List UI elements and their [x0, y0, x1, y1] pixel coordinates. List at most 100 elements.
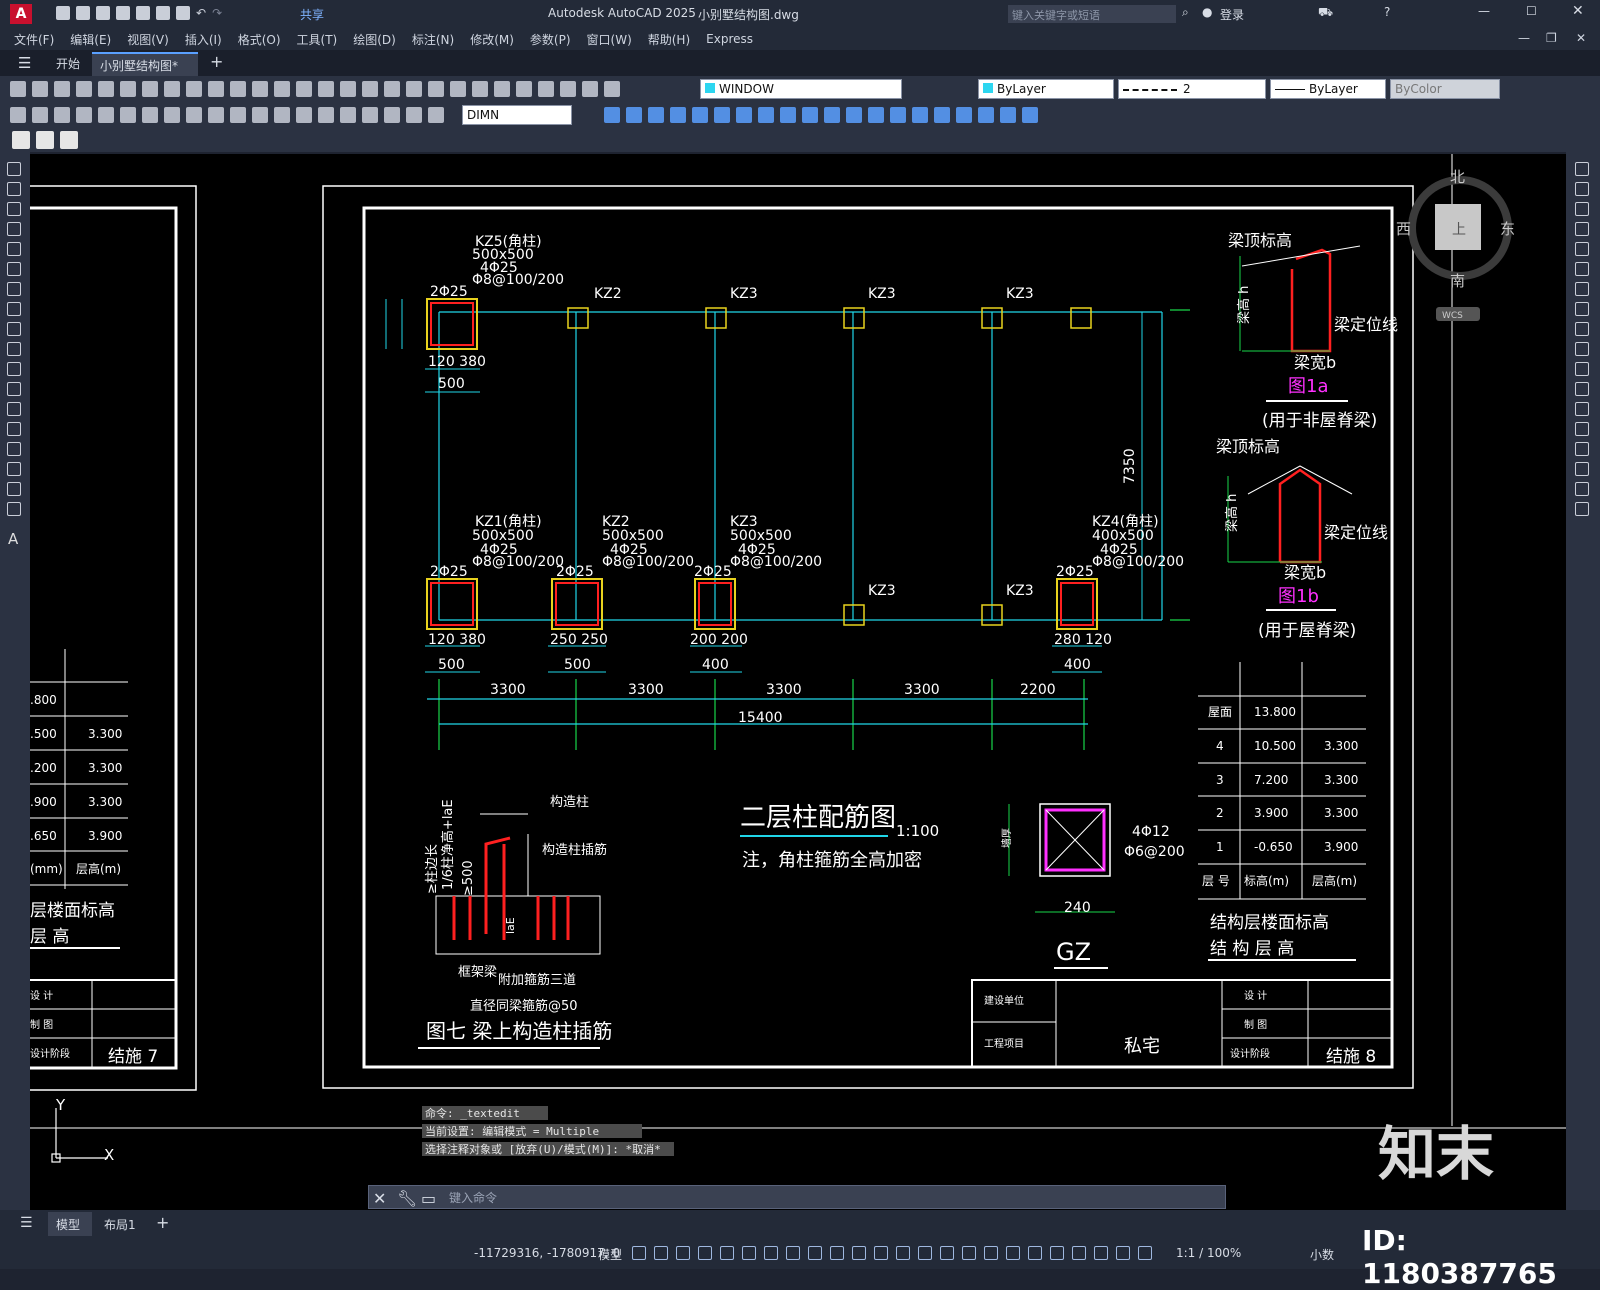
linetype-dropdown[interactable]: 2: [1118, 79, 1266, 99]
draw-tool-1-icon[interactable]: [7, 162, 21, 176]
status-toggle-6-icon[interactable]: [742, 1246, 756, 1260]
draw-tool-5-icon[interactable]: [7, 242, 21, 256]
autocad-logo-icon[interactable]: A: [10, 4, 32, 24]
draw-tool-18-icon[interactable]: [7, 502, 21, 516]
doc-close-button[interactable]: ✕: [1576, 31, 1586, 45]
doc-restore-button[interactable]: ❐: [1546, 31, 1557, 45]
modify-side-tool-10-icon[interactable]: [1575, 342, 1589, 356]
text-style-icon[interactable]: [36, 131, 54, 149]
modify-tool-8-icon[interactable]: [758, 107, 774, 123]
menu-edit[interactable]: 编辑(E): [70, 31, 111, 48]
standard-tool-28-icon[interactable]: [604, 81, 620, 97]
modify-side-tool-11-icon[interactable]: [1575, 362, 1589, 376]
tab-layout1[interactable]: 布局1: [104, 1216, 136, 1233]
modify-side-tool-16-icon[interactable]: [1575, 462, 1589, 476]
standard-tool-17-icon[interactable]: [362, 81, 378, 97]
standard-tool-20-icon[interactable]: [428, 81, 444, 97]
standard-tool-15-icon[interactable]: [318, 81, 334, 97]
standard-tool-25-icon[interactable]: [538, 81, 554, 97]
modify-side-tool-9-icon[interactable]: [1575, 322, 1589, 336]
maximize-button[interactable]: ☐: [1526, 4, 1537, 18]
login-button[interactable]: 登录: [1220, 6, 1244, 23]
search-input[interactable]: 键入关键字或短语: [1008, 5, 1176, 23]
plotstyle-dropdown[interactable]: ByColor: [1390, 79, 1500, 99]
minimize-button[interactable]: —: [1478, 4, 1490, 18]
multiline-text-icon[interactable]: A: [8, 530, 18, 548]
standard-tool-1-icon[interactable]: [10, 81, 26, 97]
dim-tool-2-icon[interactable]: [32, 107, 48, 123]
status-toggle-10-icon[interactable]: [830, 1246, 844, 1260]
standard-tool-22-icon[interactable]: [472, 81, 488, 97]
menu-format[interactable]: 格式(O): [238, 31, 281, 48]
standard-tool-21-icon[interactable]: [450, 81, 466, 97]
status-toggle-24-icon[interactable]: [1138, 1246, 1152, 1260]
standard-tool-2-icon[interactable]: [32, 81, 48, 97]
modify-tool-15-icon[interactable]: [912, 107, 928, 123]
dim-tool-17-icon[interactable]: [362, 107, 378, 123]
hamburger-menu-icon[interactable]: ☰: [18, 54, 31, 72]
annotation-scale[interactable]: 1:1 / 100%: [1176, 1246, 1241, 1260]
close-button[interactable]: ✕: [1572, 3, 1584, 19]
status-toggle-2-icon[interactable]: [654, 1246, 668, 1260]
doc-minimize-button[interactable]: —: [1518, 31, 1530, 45]
standard-tool-13-icon[interactable]: [274, 81, 290, 97]
standard-tool-9-icon[interactable]: [186, 81, 202, 97]
standard-tool-24-icon[interactable]: [516, 81, 532, 97]
standard-tool-5-icon[interactable]: [98, 81, 114, 97]
status-toggle-14-icon[interactable]: [918, 1246, 932, 1260]
modify-tool-9-icon[interactable]: [780, 107, 796, 123]
menu-draw[interactable]: 绘图(D): [353, 31, 396, 48]
standard-tool-10-icon[interactable]: [208, 81, 224, 97]
command-input[interactable]: 键入命令: [449, 1188, 1209, 1206]
standard-tool-3-icon[interactable]: [54, 81, 70, 97]
user-icon[interactable]: ●: [1202, 5, 1212, 19]
standard-tool-19-icon[interactable]: [406, 81, 422, 97]
units-button[interactable]: 小数: [1310, 1246, 1334, 1263]
menu-tools[interactable]: 工具(T): [297, 31, 338, 48]
dim-tool-9-icon[interactable]: [186, 107, 202, 123]
dim-tool-6-icon[interactable]: [120, 107, 136, 123]
tab-start[interactable]: 开始: [56, 55, 80, 72]
dim-tool-7-icon[interactable]: [142, 107, 158, 123]
dimstyle-dropdown[interactable]: DIMN: [462, 105, 572, 125]
modify-side-tool-6-icon[interactable]: [1575, 262, 1589, 276]
modify-side-tool-7-icon[interactable]: [1575, 282, 1589, 296]
draw-tool-4-icon[interactable]: [7, 222, 21, 236]
status-toggle-11-icon[interactable]: [852, 1246, 866, 1260]
draw-tool-7-icon[interactable]: [7, 282, 21, 296]
standard-tool-6-icon[interactable]: [120, 81, 136, 97]
modify-side-tool-12-icon[interactable]: [1575, 382, 1589, 396]
undo-icon[interactable]: ↶: [196, 6, 206, 22]
dim-tool-16-icon[interactable]: [340, 107, 356, 123]
draw-tool-8-icon[interactable]: [7, 302, 21, 316]
modify-side-tool-4-icon[interactable]: [1575, 222, 1589, 236]
status-toggle-20-icon[interactable]: [1050, 1246, 1064, 1260]
status-toggle-8-icon[interactable]: [786, 1246, 800, 1260]
cmd-customize-icon[interactable]: 🔧︎: [397, 1189, 417, 1208]
model-space-button[interactable]: 模型: [598, 1246, 622, 1263]
status-toggle-15-icon[interactable]: [940, 1246, 954, 1260]
draw-tool-13-icon[interactable]: [7, 402, 21, 416]
standard-tool-11-icon[interactable]: [230, 81, 246, 97]
status-toggle-9-icon[interactable]: [808, 1246, 822, 1260]
draw-tool-15-icon[interactable]: [7, 442, 21, 456]
modify-side-tool-1-icon[interactable]: [1575, 162, 1589, 176]
draw-tool-14-icon[interactable]: [7, 422, 21, 436]
menu-modify[interactable]: 修改(M): [470, 31, 514, 48]
modify-tool-6-icon[interactable]: [714, 107, 730, 123]
modify-tool-13-icon[interactable]: [868, 107, 884, 123]
status-toggle-4-icon[interactable]: [698, 1246, 712, 1260]
draw-tool-17-icon[interactable]: [7, 482, 21, 496]
modify-tool-19-icon[interactable]: [1000, 107, 1016, 123]
status-toggle-23-icon[interactable]: [1116, 1246, 1130, 1260]
modify-tool-7-icon[interactable]: [736, 107, 752, 123]
modify-tool-4-icon[interactable]: [670, 107, 686, 123]
standard-tool-23-icon[interactable]: [494, 81, 510, 97]
menu-help[interactable]: 帮助(H): [648, 31, 690, 48]
new-file-icon[interactable]: [56, 6, 70, 20]
text-scale-icon[interactable]: [60, 131, 78, 149]
dim-tool-4-icon[interactable]: [76, 107, 92, 123]
dim-tool-8-icon[interactable]: [164, 107, 180, 123]
status-toggle-13-icon[interactable]: [896, 1246, 910, 1260]
modify-tool-14-icon[interactable]: [890, 107, 906, 123]
